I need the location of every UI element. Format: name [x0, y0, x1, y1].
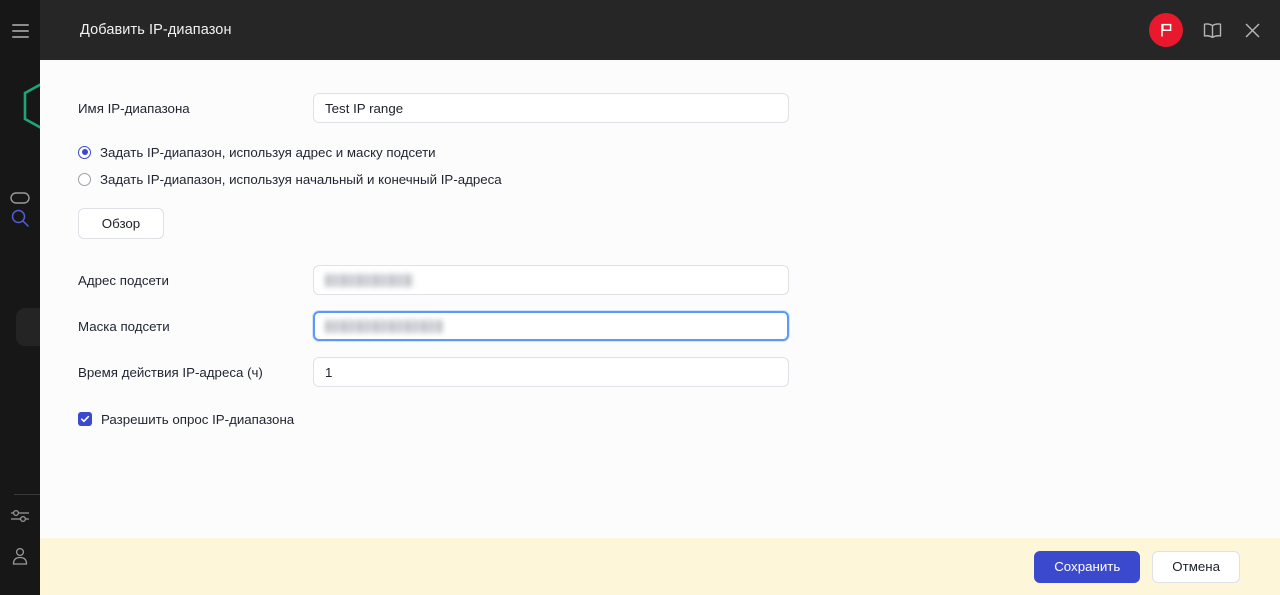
subnet-mask-input[interactable]	[313, 311, 789, 341]
save-button[interactable]: Сохранить	[1034, 550, 1141, 583]
page-title: Добавить IP-диапазон	[80, 22, 232, 38]
name-input[interactable]: Test IP range	[313, 93, 789, 123]
sidebar-item-search[interactable]	[0, 205, 40, 231]
radio-start-end-icon[interactable]	[78, 172, 91, 186]
lease-time-input[interactable]: 1	[313, 357, 789, 387]
subnet-mask-label: Маска подсети	[78, 318, 170, 334]
sidebar-item-user[interactable]	[0, 543, 40, 569]
capsule-icon	[10, 192, 30, 204]
hamburger-bar	[11, 36, 29, 38]
field-row-subnet-address: Адрес подсети	[78, 265, 838, 295]
subnet-address-label: Адрес подсети	[78, 272, 169, 288]
hamburger-bar	[11, 30, 29, 32]
sidebar-divider	[14, 494, 40, 495]
subnet-mask-redacted-value	[325, 319, 443, 333]
dialog-footer: Сохранить Отмена	[40, 538, 1280, 595]
sidebar-item-active[interactable]	[16, 308, 40, 346]
name-label: Имя IP-диапазона	[78, 100, 190, 116]
sidebar-item-settings[interactable]	[0, 503, 40, 529]
subnet-address-redacted-value	[325, 273, 413, 287]
radio-start-end-label: Задать IP-диапазон, используя начальный …	[100, 171, 502, 187]
flag-button[interactable]	[1149, 13, 1183, 47]
book-icon	[1203, 22, 1221, 38]
allow-scan-checkbox[interactable]	[78, 412, 92, 426]
user-icon	[12, 547, 28, 565]
ip-range-form: Имя IP-диапазона Test IP range Задать IP…	[78, 60, 838, 430]
hamburger-icon[interactable]	[0, 20, 40, 42]
browse-button[interactable]: Обзор	[78, 208, 164, 239]
dialog-titlebar: Добавить IP-диапазон	[40, 0, 1280, 60]
name-input-value: Test IP range	[325, 100, 404, 116]
allow-scan-label: Разрешить опрос IP-диапазона	[101, 411, 295, 427]
close-button[interactable]	[1241, 19, 1263, 41]
radio-option-subnet-mask[interactable]: Задать IP-диапазон, используя адрес и ма…	[78, 141, 838, 163]
radio-subnet-mask-icon[interactable]	[78, 145, 91, 159]
check-icon	[80, 415, 90, 423]
field-row-name: Имя IP-диапазона Test IP range	[78, 93, 838, 123]
dialog-body: Имя IP-диапазона Test IP range Задать IP…	[40, 60, 1280, 538]
search-icon	[11, 209, 30, 228]
manual-button[interactable]	[1201, 19, 1223, 41]
cancel-button[interactable]: Отмена	[1152, 550, 1240, 583]
radio-subnet-mask-label: Задать IP-диапазон, используя адрес и ма…	[100, 144, 436, 160]
hamburger-bar	[11, 24, 29, 26]
sliders-icon	[11, 509, 29, 523]
left-sidebar	[0, 0, 40, 595]
titlebar-actions	[1149, 13, 1280, 47]
field-row-lease-time: Время действия IP-адреса (ч) 1	[78, 357, 838, 387]
hexagon-logo	[23, 83, 40, 129]
radio-option-start-end[interactable]: Задать IP-диапазон, используя начальный …	[78, 168, 838, 190]
app-window: Добавить IP-диапазон Имя IP-диапазона Te…	[0, 0, 1280, 595]
flag-icon	[1161, 23, 1172, 37]
lease-time-value: 1	[325, 364, 333, 380]
lease-time-label: Время действия IP-адреса (ч)	[78, 364, 263, 380]
allow-scan-checkbox-row[interactable]: Разрешить опрос IP-диапазона	[78, 408, 838, 430]
subnet-address-input[interactable]	[313, 265, 789, 295]
close-icon	[1244, 22, 1260, 38]
field-row-subnet-mask: Маска подсети	[78, 311, 838, 341]
